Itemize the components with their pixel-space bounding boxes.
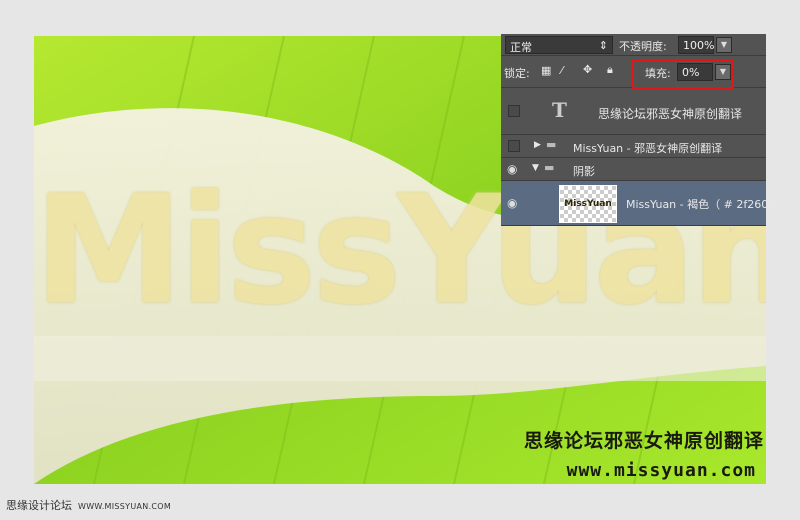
layer-row-selected[interactable]: ◉ MissYuan MissYuan - 褐色（ # 2f2600 bbox=[501, 181, 775, 226]
lock-row: 锁定: ▦ ⁄ ✥ 🔒︎ 填充: 0% ▼ bbox=[501, 56, 766, 89]
footer-watermark: 思缘设计论坛 WWW.MISSYUAN.COM bbox=[6, 497, 171, 513]
footer-site: 思缘设计论坛 bbox=[6, 499, 72, 512]
layer-name: 思缘论坛邪恶女神原创翻译 bbox=[598, 107, 743, 121]
text-layer-icon: T bbox=[552, 98, 567, 122]
visibility-toggle[interactable] bbox=[508, 105, 520, 117]
footer-url: WWW.MISSYUAN.COM bbox=[78, 502, 172, 511]
lock-label: 锁定: bbox=[504, 67, 530, 80]
folder-open-icon: ▬ bbox=[544, 161, 555, 174]
eye-icon[interactable]: ◉ bbox=[507, 162, 517, 176]
lock-move-icon[interactable]: ✥ bbox=[583, 63, 592, 76]
layer-name: 阴影 bbox=[573, 165, 595, 178]
layer-row[interactable]: T 思缘论坛邪恶女神原创翻译 bbox=[501, 88, 766, 135]
layer-row[interactable]: ◉ ▼ ▬ 阴影 bbox=[501, 158, 766, 181]
blend-mode-select[interactable]: 正常 ⇕ bbox=[505, 36, 613, 54]
layer-name: MissYuan - 邪恶女神原创翻译 bbox=[573, 142, 723, 155]
highlight-box bbox=[632, 59, 734, 89]
layer-name: MissYuan - 褐色（ # 2f2600 bbox=[626, 198, 776, 211]
layer-thumbnail: MissYuan bbox=[559, 185, 617, 223]
opacity-dropdown-button[interactable]: ▼ bbox=[716, 37, 732, 53]
layer-row[interactable]: ▶ ▬ MissYuan - 邪恶女神原创翻译 bbox=[501, 135, 766, 158]
lock-transparent-icon[interactable]: ▦ bbox=[541, 64, 551, 77]
opacity-label: 不透明度: bbox=[619, 40, 667, 53]
visibility-toggle[interactable] bbox=[508, 140, 520, 152]
opacity-input[interactable]: 100% bbox=[678, 36, 714, 54]
layers-panel: 正常 ⇕ 不透明度: 100% ▼ 锁定: ▦ ⁄ ✥ 🔒︎ 填充: 0% ▼ T… bbox=[501, 34, 775, 226]
lock-paint-icon[interactable]: ⁄ bbox=[561, 64, 563, 77]
blend-row: 正常 ⇕ 不透明度: 100% ▼ bbox=[501, 34, 766, 56]
lock-all-icon[interactable]: 🔒︎ bbox=[607, 63, 613, 77]
brand-text: 思缘论坛邪恶女神原创翻译 bbox=[523, 430, 764, 452]
eye-icon[interactable]: ◉ bbox=[507, 196, 517, 210]
collapse-arrow-icon[interactable]: ▼ bbox=[532, 163, 539, 173]
blend-mode-value: 正常 bbox=[510, 41, 532, 54]
expand-arrow-icon[interactable]: ▶ bbox=[534, 140, 541, 150]
brand-url: www.missyuan.com bbox=[566, 460, 756, 481]
updown-icon: ⇕ bbox=[598, 39, 608, 52]
folder-icon: ▬ bbox=[546, 138, 557, 151]
